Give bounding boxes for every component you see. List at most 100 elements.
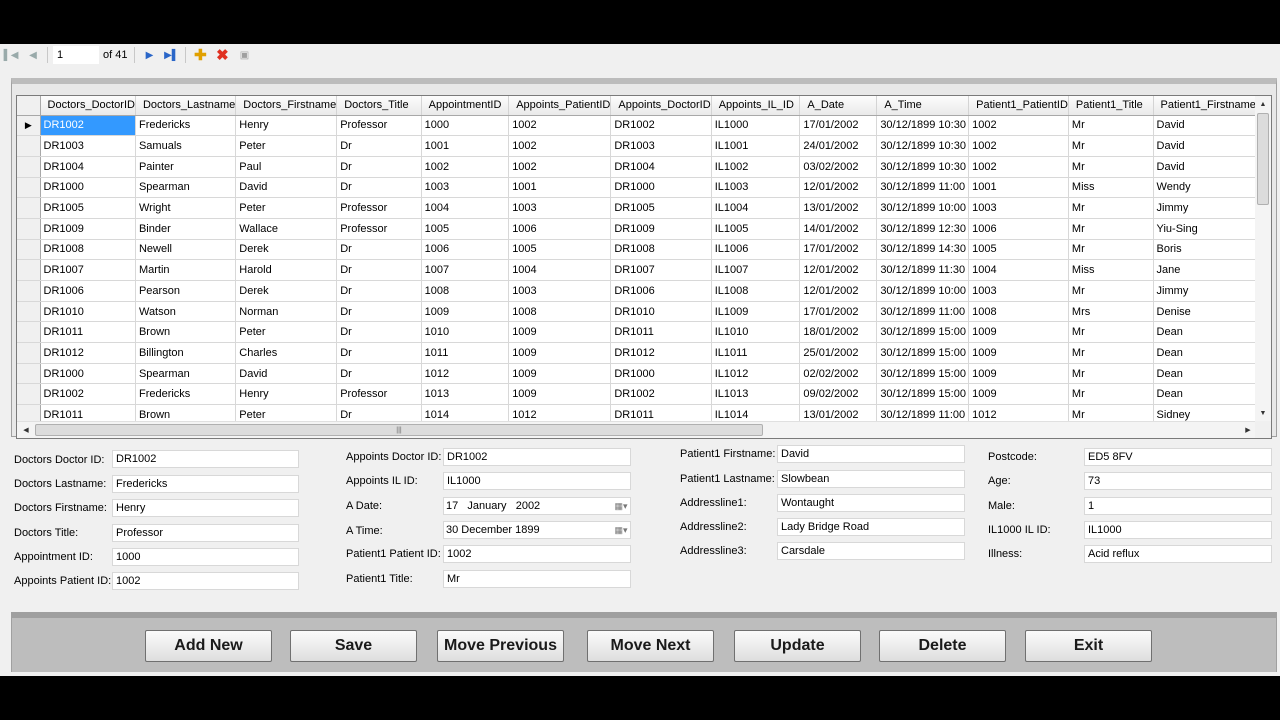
- grid-cell[interactable]: 1002: [968, 135, 1069, 157]
- grid-cell[interactable]: 1005: [508, 239, 612, 261]
- column-header[interactable]: Appoints_PatientID: [508, 96, 612, 116]
- grid-cell[interactable]: DR1002: [40, 383, 136, 406]
- horizontal-scroll-thumb[interactable]: |||: [35, 424, 763, 436]
- grid-cell[interactable]: Dr: [336, 259, 422, 281]
- table-row[interactable]: DR1006 Pearson Derek Dr 1008 1003 DR1006 IL1008…: [17, 280, 1257, 302]
- grid-cell[interactable]: DR1002: [610, 383, 712, 406]
- grid-cell[interactable]: 1001: [508, 177, 612, 199]
- row-header[interactable]: [17, 218, 41, 240]
- calendar-dropdown-icon[interactable]: ▦▾: [612, 498, 630, 514]
- grid-cell[interactable]: Sidney: [1153, 404, 1257, 421]
- grid-cell[interactable]: 30/12/1899 11:00: [876, 301, 970, 323]
- grid-cell[interactable]: Mr: [1068, 197, 1154, 219]
- grid-cell[interactable]: 1012: [968, 404, 1069, 421]
- grid-cell[interactable]: DR1005: [40, 197, 136, 219]
- grid-cell[interactable]: 1003: [508, 280, 612, 302]
- row-header[interactable]: [17, 239, 41, 261]
- grid-cell[interactable]: 1008: [508, 301, 612, 323]
- grid-cell[interactable]: 17/01/2002: [799, 239, 878, 261]
- row-header[interactable]: [17, 383, 41, 406]
- table-row[interactable]: DR1000 Spearman David Dr 1003 1001 DR1000 IL100…: [17, 177, 1257, 199]
- grid-cell[interactable]: IL1011: [711, 342, 801, 364]
- grid-cell[interactable]: Paul: [235, 156, 338, 178]
- grid-cell[interactable]: Dr: [336, 135, 422, 157]
- column-header[interactable]: Doctors_Lastname: [135, 96, 237, 116]
- grid-cell[interactable]: DR1003: [40, 135, 136, 157]
- grid-cell[interactable]: Painter: [135, 156, 237, 178]
- patient1-patient-id-field[interactable]: 1002: [443, 545, 631, 563]
- grid-cell[interactable]: 12/01/2002: [799, 177, 878, 199]
- grid-cell[interactable]: 30/12/1899 10:30: [876, 135, 970, 157]
- scroll-down-icon[interactable]: ▼: [1255, 405, 1271, 421]
- doctors-title-field[interactable]: Professor: [112, 524, 299, 542]
- grid-cell[interactable]: Jimmy: [1153, 280, 1257, 302]
- vertical-scrollbar[interactable]: ▲ ▼: [1255, 96, 1271, 421]
- grid-cell[interactable]: 1012: [508, 404, 612, 421]
- grid-cell[interactable]: 1004: [508, 259, 612, 281]
- column-header[interactable]: AppointmentID: [421, 96, 510, 116]
- grid-cell[interactable]: Boris: [1153, 239, 1257, 261]
- grid-cell[interactable]: Mr: [1068, 342, 1154, 364]
- grid-cell[interactable]: Yiu-Sing: [1153, 218, 1257, 240]
- grid-cell[interactable]: IL1010: [711, 321, 801, 344]
- grid-cell[interactable]: Dr: [336, 342, 422, 364]
- grid-cell[interactable]: Miss: [1068, 259, 1154, 281]
- grid-cell[interactable]: Dean: [1153, 363, 1257, 385]
- appoints-patient-id-field[interactable]: 1002: [112, 572, 299, 590]
- row-header-corner[interactable]: [17, 96, 41, 116]
- grid-cell[interactable]: Mr: [1068, 383, 1154, 406]
- grid-cell[interactable]: 1006: [968, 218, 1069, 240]
- grid-cell[interactable]: DR1008: [610, 239, 712, 261]
- grid-cell[interactable]: 1009: [508, 342, 612, 364]
- appoints-doctor-id-field[interactable]: DR1002: [443, 448, 631, 466]
- grid-cell[interactable]: IL1006: [711, 239, 801, 261]
- grid-cell[interactable]: DR1012: [610, 342, 712, 364]
- grid-cell[interactable]: DR1011: [610, 404, 712, 421]
- grid-cell[interactable]: David: [235, 177, 338, 199]
- grid-cell[interactable]: Brown: [135, 321, 237, 344]
- grid-cell[interactable]: Dean: [1153, 383, 1257, 406]
- grid-cell[interactable]: 1009: [968, 321, 1069, 344]
- grid-cell[interactable]: IL1002: [711, 156, 801, 178]
- grid-cell[interactable]: DR1011: [40, 321, 136, 344]
- grid-cell[interactable]: IL1008: [711, 280, 801, 302]
- grid-cell[interactable]: DR1009: [40, 218, 136, 240]
- grid-cell[interactable]: 30/12/1899 10:30: [876, 156, 970, 178]
- calendar-dropdown-icon[interactable]: ▦▾: [612, 522, 630, 538]
- move-next-button[interactable]: Move Next: [587, 630, 714, 662]
- grid-cell[interactable]: DR1000: [610, 177, 712, 199]
- appointment-id-field[interactable]: 1000: [112, 548, 299, 566]
- grid-cell[interactable]: DR1010: [610, 301, 712, 323]
- grid-cell[interactable]: 1011: [421, 342, 510, 364]
- current-row-indicator-icon[interactable]: ▶: [17, 115, 41, 137]
- row-header[interactable]: [17, 363, 41, 385]
- grid-cell[interactable]: 30/12/1899 15:00: [876, 342, 970, 364]
- grid-cell[interactable]: Mr: [1068, 239, 1154, 261]
- grid-cell[interactable]: 1003: [968, 280, 1069, 302]
- grid-cell[interactable]: DR1004: [610, 156, 712, 178]
- grid-cell[interactable]: Peter: [235, 404, 338, 421]
- grid-cell[interactable]: 30/12/1899 15:00: [876, 363, 970, 385]
- grid-cell[interactable]: DR1010: [40, 301, 136, 323]
- position-input[interactable]: [53, 46, 99, 64]
- addressline2-field[interactable]: Lady Bridge Road: [777, 518, 965, 536]
- delete-icon[interactable]: ✖: [211, 45, 233, 65]
- grid-cell[interactable]: Professor: [336, 197, 422, 219]
- move-first-icon[interactable]: ▌◀: [0, 45, 22, 65]
- move-next-icon[interactable]: ▶: [138, 45, 160, 65]
- grid-cell[interactable]: DR1011: [610, 321, 712, 344]
- table-row[interactable]: DR1002 Fredericks Henry Professor 1013 1009 DR…: [17, 383, 1257, 406]
- grid-cell[interactable]: Dr: [336, 280, 422, 302]
- grid-cell[interactable]: Billington: [135, 342, 237, 364]
- row-header[interactable]: [17, 342, 41, 364]
- column-header[interactable]: Doctors_Firstname: [235, 96, 338, 116]
- grid-cell[interactable]: Henry: [235, 115, 338, 137]
- grid-cell[interactable]: 30/12/1899 11:30: [876, 259, 970, 281]
- grid-cell[interactable]: 1008: [421, 280, 510, 302]
- grid-cell[interactable]: DR1000: [610, 363, 712, 385]
- grid-cell[interactable]: Dr: [336, 404, 422, 421]
- grid-cell[interactable]: 25/01/2002: [799, 342, 878, 364]
- row-header[interactable]: [17, 197, 41, 219]
- grid-cell[interactable]: 30/12/1899 14:30: [876, 239, 970, 261]
- grid-cell[interactable]: Brown: [135, 404, 237, 421]
